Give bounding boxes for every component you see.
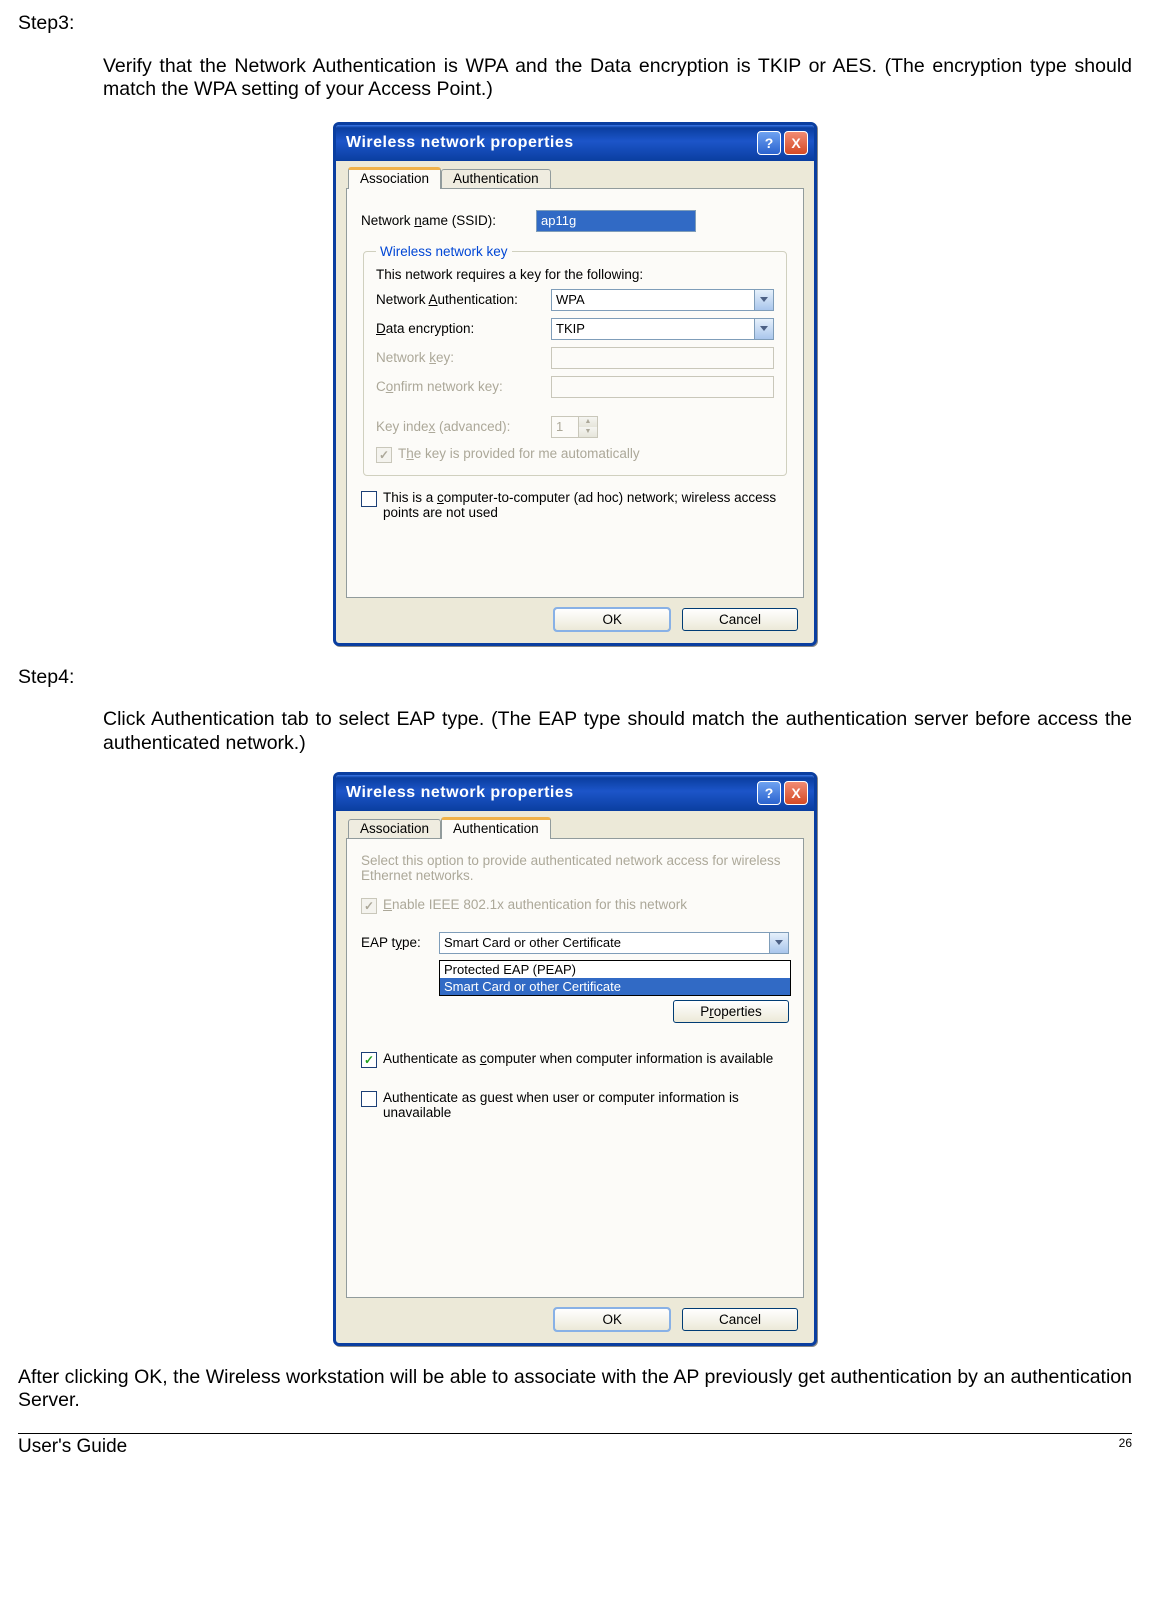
tab-association[interactable]: Association: [348, 167, 441, 189]
auth-as-guest-label: Authenticate as guest when user or compu…: [383, 1090, 789, 1120]
dialog-title: Wireless network properties: [346, 134, 754, 152]
confirm-key-label: Confirm network key:: [376, 379, 551, 394]
eap-type-dropdown[interactable]: Protected EAP (PEAP) Smart Card or other…: [439, 960, 791, 996]
network-key-label: Network key:: [376, 350, 551, 365]
help-button[interactable]: ?: [757, 131, 781, 155]
cancel-button[interactable]: Cancel: [682, 608, 798, 631]
ssid-input[interactable]: ap11g: [536, 210, 696, 232]
footer-guide: User's Guide: [18, 1436, 1119, 1458]
key-index-label: Key index (advanced):: [376, 419, 551, 434]
auth-as-guest-checkbox[interactable]: [361, 1091, 377, 1107]
adhoc-label: This is a computer-to-computer (ad hoc) …: [383, 490, 789, 520]
key-index-stepper: 1 ▲▼: [551, 416, 599, 438]
wireless-properties-dialog-association: Wireless network properties ? X Associat…: [333, 122, 817, 646]
eap-option-peap[interactable]: Protected EAP (PEAP): [440, 961, 790, 978]
cancel-button[interactable]: Cancel: [682, 1308, 798, 1331]
auto-key-checkbox: ✓: [376, 447, 392, 463]
encryption-label: Data encryption:: [376, 321, 551, 336]
auto-key-label: The key is provided for me automatically: [398, 446, 640, 461]
close-button[interactable]: X: [784, 131, 808, 155]
titlebar: Wireless network properties ? X: [336, 775, 814, 811]
eap-type-label: EAP type:: [361, 935, 439, 950]
ok-button[interactable]: OK: [554, 1308, 670, 1331]
eap-option-smartcard[interactable]: Smart Card or other Certificate: [440, 978, 790, 995]
page-number: 26: [1119, 1436, 1132, 1458]
chevron-down-icon[interactable]: [769, 932, 789, 954]
data-encryption-select[interactable]: TKIP: [551, 318, 754, 340]
auth-intro: Select this option to provide authentica…: [361, 853, 789, 883]
step3-label: Step3:: [18, 12, 1132, 35]
requires-text: This network requires a key for the foll…: [376, 267, 774, 282]
enable-8021x-checkbox: ✓: [361, 898, 377, 914]
ssid-label: Network name (SSID):: [361, 213, 536, 228]
auth-label: Network Authentication:: [376, 292, 551, 307]
dialog-title: Wireless network properties: [346, 784, 754, 802]
ok-button[interactable]: OK: [554, 608, 670, 631]
confirm-key-input: [551, 376, 774, 398]
wireless-properties-dialog-authentication: Wireless network properties ? X Associat…: [333, 772, 817, 1346]
auth-as-computer-label: Authenticate as computer when computer i…: [383, 1051, 773, 1066]
step4-text: Click Authentication tab to select EAP t…: [103, 708, 1132, 756]
chevron-down-icon[interactable]: [754, 318, 774, 340]
titlebar: Wireless network properties ? X: [336, 125, 814, 161]
chevron-down-icon[interactable]: [754, 289, 774, 311]
step3-text: Verify that the Network Authentication i…: [103, 55, 1132, 103]
enable-8021x-label: Enable IEEE 802.1x authentication for th…: [383, 897, 687, 912]
closing-paragraph: After clicking OK, the Wireless workstat…: [18, 1366, 1132, 1414]
help-button[interactable]: ?: [757, 781, 781, 805]
properties-button[interactable]: Properties: [673, 1000, 789, 1023]
auth-as-computer-checkbox[interactable]: ✓: [361, 1052, 377, 1068]
tab-authentication[interactable]: Authentication: [441, 817, 551, 839]
eap-type-select[interactable]: Smart Card or other Certificate: [439, 932, 769, 954]
network-authentication-select[interactable]: WPA: [551, 289, 754, 311]
adhoc-checkbox[interactable]: [361, 491, 377, 507]
network-key-input: [551, 347, 774, 369]
close-button[interactable]: X: [784, 781, 808, 805]
wireless-key-group: Wireless network key This network requir…: [363, 244, 787, 476]
footer-divider: [18, 1433, 1132, 1434]
group-legend: Wireless network key: [376, 244, 512, 259]
step4-label: Step4:: [18, 666, 1132, 689]
